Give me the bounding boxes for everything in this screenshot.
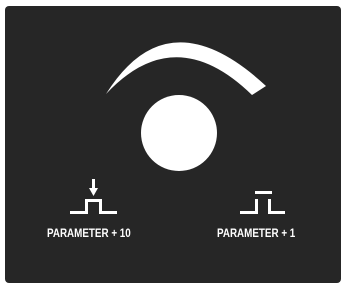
rotary-knob-icon[interactable] xyxy=(141,95,217,171)
pulse-icon xyxy=(240,191,285,214)
parameter-plus-10-label: PARAMETER + 10 xyxy=(47,226,131,240)
parameter-plus-1-label: PARAMETER + 1 xyxy=(217,226,296,240)
control-panel-art xyxy=(70,42,285,214)
rotation-arc-icon xyxy=(106,42,266,95)
press-pulse-icon xyxy=(70,179,117,214)
